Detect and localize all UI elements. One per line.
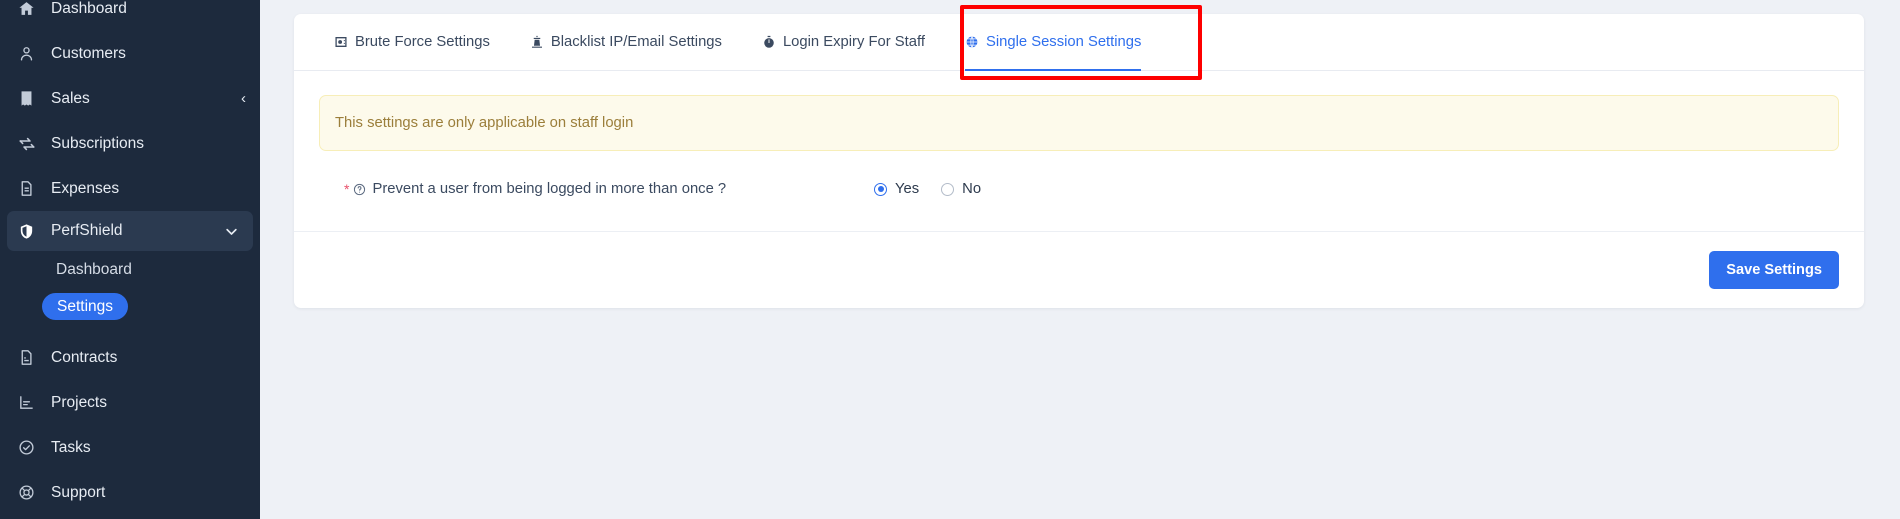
app-root: Dashboard Customers Sales ‹ Subscription…: [0, 0, 1900, 519]
tab-blacklist-ip-email-settings[interactable]: Blacklist IP/Email Settings: [530, 14, 722, 71]
question-circle-icon[interactable]: [353, 183, 366, 196]
sidebar-item-sales[interactable]: Sales ‹: [0, 76, 260, 121]
home-icon: [18, 0, 44, 17]
settings-tabs: Brute Force Settings Blacklist IP/Email …: [294, 14, 1864, 71]
globe-icon: [965, 35, 979, 49]
shield-icon: [18, 223, 44, 240]
sidebar-item-subscriptions[interactable]: Subscriptions: [0, 121, 260, 166]
radio-yes-label: Yes: [895, 181, 920, 197]
radio-yes-indicator[interactable]: [874, 182, 887, 196]
tab-label: Single Session Settings: [985, 34, 1142, 50]
sidebar-item-expenses[interactable]: Expenses: [0, 166, 260, 211]
sidebar-subitem-settings[interactable]: Settings: [42, 288, 260, 325]
sidebar: Dashboard Customers Sales ‹ Subscription…: [0, 0, 260, 519]
tab-single-session-settings[interactable]: Single Session Settings: [964, 14, 1142, 71]
sidebar-item-tasks[interactable]: Tasks: [0, 425, 260, 470]
user-icon: [18, 45, 44, 62]
sidebar-item-label: Support: [51, 483, 106, 501]
question-text: Prevent a user from being logged in more…: [372, 181, 727, 197]
radio-option-no[interactable]: No: [941, 181, 981, 197]
main-content: Brute Force Settings Blacklist IP/Email …: [260, 0, 1900, 519]
radio-no-indicator[interactable]: [941, 182, 955, 196]
tab-label: Login Expiry For Staff: [782, 34, 925, 50]
receipt-icon: [18, 90, 44, 107]
tab-brute-force-settings[interactable]: Brute Force Settings: [334, 14, 490, 71]
card-body: This settings are only applicable on sta…: [294, 71, 1864, 231]
check-circle-icon: [18, 439, 44, 456]
tab-login-expiry-for-staff[interactable]: Login Expiry For Staff: [762, 14, 925, 71]
lighthouse-icon: [530, 35, 544, 49]
sidebar-subitem-label: Dashboard: [56, 260, 132, 278]
radio-no-label: No: [962, 181, 982, 197]
sidebar-item-label: Expenses: [51, 179, 120, 197]
chevron-left-icon[interactable]: ‹: [241, 91, 246, 106]
sidebar-item-support[interactable]: Support: [0, 470, 260, 515]
lifebuoy-icon: [18, 484, 44, 501]
refresh-cycle-icon: [18, 135, 44, 153]
chevron-down-icon[interactable]: [224, 224, 239, 239]
sidebar-item-customers[interactable]: Customers: [0, 31, 260, 76]
stopwatch-icon: [762, 35, 776, 49]
save-settings-button[interactable]: Save Settings: [1709, 251, 1839, 289]
safe-vault-icon: [334, 35, 348, 49]
contract-icon: [18, 349, 44, 366]
sidebar-item-contracts[interactable]: Contracts: [0, 335, 260, 380]
sidebar-item-label: Dashboard: [51, 0, 127, 17]
sidebar-subitem-dashboard[interactable]: Dashboard: [0, 251, 260, 288]
sidebar-item-label: Subscriptions: [51, 134, 145, 152]
sidebar-item-label: Customers: [51, 44, 126, 62]
prevent-multi-login-label: * Prevent a user from being logged in mo…: [344, 181, 874, 197]
sidebar-item-label: Projects: [51, 393, 107, 411]
sidebar-item-perfshield[interactable]: PerfShield: [7, 211, 253, 251]
sidebar-item-dashboard[interactable]: Dashboard: [0, 0, 260, 31]
sidebar-item-label: PerfShield: [51, 222, 123, 239]
tab-label: Brute Force Settings: [355, 34, 490, 50]
sidebar-item-label: Tasks: [51, 438, 91, 456]
alert-message: This settings are only applicable on sta…: [335, 115, 634, 131]
tab-label: Blacklist IP/Email Settings: [550, 34, 722, 50]
sidebar-item-label: Contracts: [51, 348, 118, 366]
info-alert: This settings are only applicable on sta…: [319, 95, 1839, 151]
bar-chart-icon: [18, 394, 44, 411]
prevent-multi-login-radio-group: Yes No: [874, 181, 1003, 197]
single-session-form-row: * Prevent a user from being logged in mo…: [319, 151, 1839, 231]
radio-option-yes[interactable]: Yes: [874, 181, 919, 197]
sidebar-subitem-label: Settings: [42, 292, 129, 321]
card-footer: Save Settings: [294, 232, 1864, 308]
document-icon: [18, 180, 44, 197]
required-asterisk: *: [344, 181, 350, 197]
sidebar-item-projects[interactable]: Projects: [0, 380, 260, 425]
settings-card: Brute Force Settings Blacklist IP/Email …: [294, 14, 1864, 308]
sidebar-item-label: Sales: [51, 89, 90, 107]
